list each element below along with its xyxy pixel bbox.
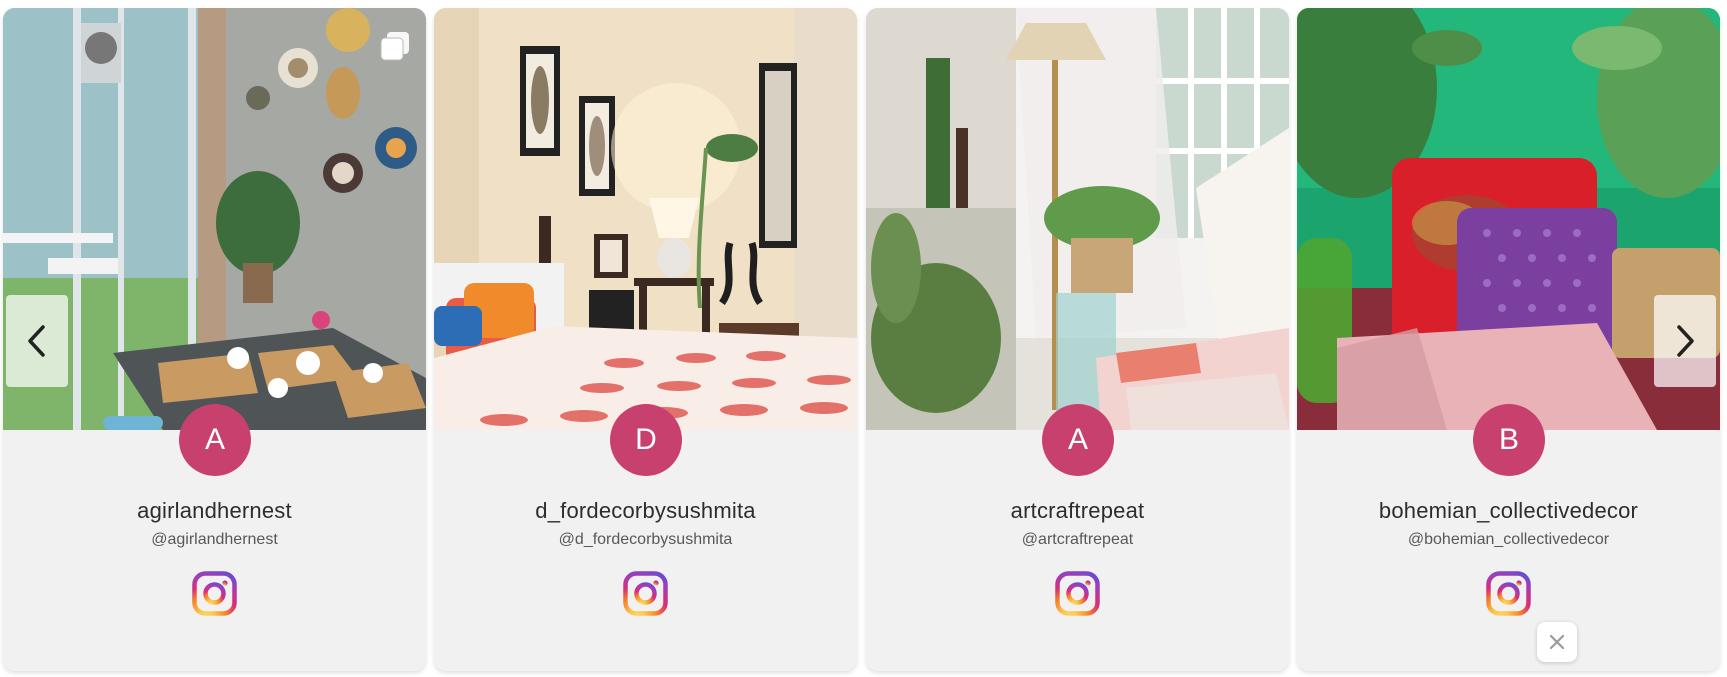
- close-button[interactable]: [1537, 622, 1577, 662]
- profile-handle: @d_fordecorbysushmita: [558, 531, 733, 548]
- carousel: A agirlandhernest @agirlandhernest D d_f…: [0, 0, 1727, 677]
- profile-name: d_fordecorbysushmita: [535, 498, 756, 523]
- profile-name: bohemian_collectivedecor: [1378, 498, 1639, 523]
- avatar: B: [1473, 404, 1545, 476]
- instagram-icon[interactable]: [1055, 571, 1100, 616]
- chevron-right-icon: [1677, 325, 1694, 357]
- ugc-card[interactable]: A artcraftrepeat @artcraftrepeat: [866, 8, 1289, 671]
- post-image[interactable]: [866, 8, 1289, 430]
- profile-handle: @agirlandhernest: [151, 531, 278, 548]
- avatar: A: [179, 404, 251, 476]
- avatar: A: [1042, 404, 1114, 476]
- chevron-left-icon: [28, 325, 45, 357]
- multiple-images-icon: [380, 32, 409, 61]
- profile-handle: @bohemian_collectivedecor: [1407, 531, 1610, 548]
- profile-handle: @artcraftrepeat: [1021, 531, 1134, 548]
- profile-name: agirlandhernest: [137, 498, 292, 523]
- carousel-prev-button[interactable]: [6, 295, 68, 387]
- instagram-icon[interactable]: [1486, 571, 1531, 616]
- ugc-card[interactable]: D d_fordecorbysushmita @d_fordecorbysush…: [434, 8, 857, 671]
- carousel-next-button[interactable]: [1654, 295, 1716, 387]
- avatar: D: [610, 404, 682, 476]
- instagram-icon[interactable]: [192, 571, 237, 616]
- close-icon: [1549, 634, 1565, 650]
- instagram-icon[interactable]: [623, 571, 668, 616]
- post-image[interactable]: [434, 8, 857, 430]
- profile-name: artcraftrepeat: [1010, 498, 1145, 523]
